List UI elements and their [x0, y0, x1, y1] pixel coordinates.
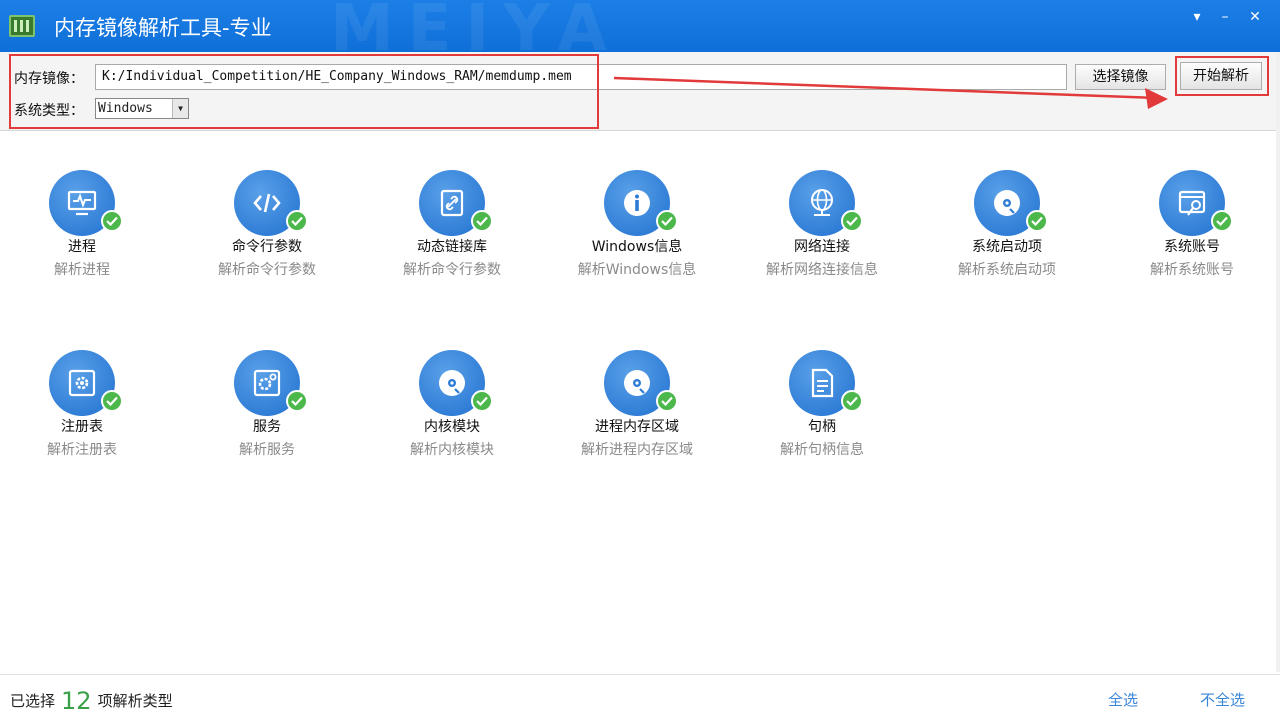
tile-title: 动态链接库 — [417, 239, 487, 255]
tile-subtitle: 解析句柄信息 — [780, 442, 864, 458]
select-all-link[interactable]: 全选 — [1108, 689, 1138, 710]
app-ram-icon — [9, 15, 35, 37]
title-bar: MEIYA 内存镜像解析工具-专业 ▾ – ✕ — [0, 0, 1280, 52]
checkmark-icon[interactable] — [286, 210, 308, 232]
tile-title: 内核模块 — [424, 419, 480, 435]
checkmark-icon[interactable] — [471, 210, 493, 232]
status-bar: 已选择 12 项解析类型 全选 不全选 — [0, 674, 1280, 721]
checkmark-icon[interactable] — [101, 210, 123, 232]
watermark: MEIYA — [330, 0, 621, 52]
tile-subtitle: 解析命令行参数 — [218, 262, 316, 278]
checkmark-icon[interactable] — [841, 390, 863, 412]
tile-title: 网络连接 — [794, 239, 850, 255]
minimize-button[interactable]: – — [1214, 6, 1236, 28]
tile-title: Windows信息 — [591, 239, 683, 255]
tile-title: 服务 — [253, 419, 281, 435]
selection-count: 12 — [61, 687, 92, 715]
input-highlight-box — [9, 54, 599, 129]
tile-title: 进程内存区域 — [595, 419, 679, 435]
tile-subtitle: 解析进程内存区域 — [581, 442, 693, 458]
tile-subtitle: 解析系统启动项 — [958, 262, 1056, 278]
tile-subtitle: 解析命令行参数 — [403, 262, 501, 278]
selection-summary: 已选择 12 项解析类型 — [10, 687, 173, 715]
analysis-tile[interactable]: 动态链接库解析命令行参数 — [367, 170, 537, 290]
checkmark-icon[interactable] — [656, 390, 678, 412]
analysis-tile[interactable]: 系统启动项解析系统启动项 — [922, 170, 1092, 290]
checkmark-icon[interactable] — [1026, 210, 1048, 232]
tile-subtitle: 解析系统账号 — [1150, 262, 1234, 278]
analysis-tile[interactable]: 命令行参数解析命令行参数 — [182, 170, 352, 290]
tile-subtitle: 解析网络连接信息 — [766, 262, 878, 278]
tile-subtitle: 解析注册表 — [47, 442, 117, 458]
checkmark-icon[interactable] — [286, 390, 308, 412]
checkmark-icon[interactable] — [656, 210, 678, 232]
checkmark-icon[interactable] — [471, 390, 493, 412]
annotation-arrow — [613, 76, 1168, 109]
scroll-edge — [1276, 52, 1280, 672]
menu-dropdown-icon[interactable]: ▾ — [1186, 6, 1208, 28]
checkmark-icon[interactable] — [841, 210, 863, 232]
analysis-tile[interactable]: 进程内存区域 解析进程内存区域 — [552, 350, 722, 470]
analysis-tile[interactable]: 内核模块解析内核模块 — [367, 350, 537, 470]
selection-suffix: 项解析类型 — [97, 692, 173, 710]
tile-title: 句柄 — [808, 419, 836, 435]
checkmark-icon[interactable] — [101, 390, 123, 412]
analysis-tile[interactable]: 服务 解析服务 — [182, 350, 352, 470]
checkmark-icon[interactable] — [1211, 210, 1233, 232]
analysis-tile[interactable]: 进程 解析进程 — [0, 170, 167, 290]
tile-title: 系统账号 — [1164, 239, 1220, 255]
analysis-tile[interactable]: 注册表 解析注册表 — [0, 350, 167, 470]
tile-subtitle: 解析Windows信息 — [577, 262, 697, 278]
tile-title: 注册表 — [61, 419, 103, 435]
tile-subtitle: 解析内核模块 — [410, 442, 494, 458]
tile-subtitle: 解析进程 — [54, 262, 110, 278]
window-title: 内存镜像解析工具-专业 — [54, 16, 272, 40]
analysis-tile[interactable]: Windows信息 解析Windows信息 — [552, 170, 722, 290]
start-highlight-box — [1175, 56, 1269, 96]
tile-subtitle: 解析服务 — [239, 442, 295, 458]
tile-title: 命令行参数 — [232, 239, 302, 255]
selection-prefix: 已选择 — [10, 692, 56, 710]
analysis-tile[interactable]: 系统账号解析系统账号 — [1107, 170, 1277, 290]
analysis-tile[interactable]: 句柄 解析句柄信息 — [737, 350, 907, 470]
close-button[interactable]: ✕ — [1244, 6, 1266, 28]
select-none-link[interactable]: 不全选 — [1200, 689, 1245, 710]
tile-title: 系统启动项 — [972, 239, 1042, 255]
tile-title: 进程 — [68, 239, 96, 255]
analysis-tile[interactable]: 网络连接解析网络连接信息 — [737, 170, 907, 290]
